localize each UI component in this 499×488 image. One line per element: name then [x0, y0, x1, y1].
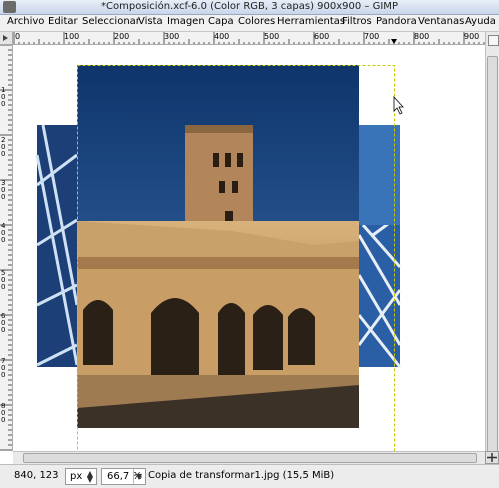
ruler-label: 200: [114, 32, 130, 41]
horizontal-scroll-thumb[interactable]: [23, 453, 477, 463]
ruler-label: 6 0 0: [1, 312, 6, 334]
title-bar: *Composición.xcf-6.0 (Color RGB, 3 capas…: [0, 0, 499, 15]
menu-capa[interactable]: Capa: [208, 16, 234, 27]
menu-pandora[interactable]: Pandora: [376, 16, 417, 27]
menu-vista[interactable]: Vista: [138, 16, 163, 27]
horizontal-scrollbar[interactable]: [13, 451, 485, 464]
mouse-pointer-icon: [393, 95, 404, 115]
arrow-right-icon: [3, 35, 8, 41]
menu-archivo[interactable]: Archivo: [7, 16, 44, 27]
ruler-label: 7 0 0: [1, 357, 6, 379]
ruler-label: 0: [15, 32, 21, 41]
ruler-label: 900: [464, 32, 480, 41]
ruler-label: 500: [264, 32, 280, 41]
menu-ventanas[interactable]: Ventanas: [418, 16, 464, 27]
menu-colores[interactable]: Colores: [238, 16, 275, 27]
composition-image: [35, 65, 404, 451]
menu-bar: Archivo Editar Seleccionar Vista Imagen …: [0, 15, 499, 32]
menu-herramientas[interactable]: Herramientas: [277, 16, 345, 27]
ruler-label: 700: [364, 32, 380, 41]
ruler-label: 4 0 0: [1, 222, 6, 244]
ruler-label: 800: [414, 32, 430, 41]
menu-filtros[interactable]: Filtros: [342, 16, 372, 27]
vertical-scrollbar[interactable]: [485, 32, 499, 467]
ruler-label: 3 0 0: [1, 179, 6, 201]
pointer-marker-icon: [391, 39, 397, 44]
ruler-label: 100: [64, 32, 80, 41]
menu-imagen[interactable]: Imagen: [167, 16, 205, 27]
zoom-image-on-resize-toggle[interactable]: [488, 35, 499, 46]
quick-mask-corner-button[interactable]: [0, 32, 13, 45]
vertical-scroll-thumb[interactable]: [487, 56, 498, 458]
vertical-ruler[interactable]: 1 0 0 2 0 0 3 0 0 4 0 0 5 0 0 6 0 0 7 0 …: [0, 45, 13, 451]
zoom-selector[interactable]: 66,7 % ▼: [101, 468, 146, 485]
ruler-label: 400: [214, 32, 230, 41]
spin-arrows-icon: ▲ ▼: [86, 469, 93, 484]
ruler-label: 600: [314, 32, 330, 41]
image-canvas[interactable]: [13, 45, 485, 451]
ruler-label: 5 0 0: [1, 269, 6, 291]
ruler-label: 2 0 0: [1, 136, 6, 158]
ruler-label: 300: [164, 32, 180, 41]
chevron-down-icon: ▼: [133, 469, 144, 484]
navigate-icon[interactable]: [485, 451, 499, 464]
ruler-label: 1 0 0: [1, 86, 6, 108]
window-title: *Composición.xcf-6.0 (Color RGB, 3 capas…: [101, 1, 398, 12]
horizontal-ruler[interactable]: 0 100 200 300 400 500 600 700 800 900: [13, 32, 485, 45]
menu-editar[interactable]: Editar: [48, 16, 78, 27]
menu-ayuda[interactable]: Ayuda: [465, 16, 496, 27]
unit-selector[interactable]: px ▲ ▼: [65, 468, 97, 485]
menu-seleccionar[interactable]: Seleccionar: [82, 16, 140, 27]
unit-value: px: [70, 471, 83, 482]
layer-info: Copia de transformar1.jpg (15,5 MiB): [148, 470, 335, 481]
ruler-label: 8 0 0: [1, 402, 6, 424]
status-bar: 840, 123 px ▲ ▼ 66,7 % ▼ Copia de transfo…: [0, 464, 499, 488]
pointer-coordinates: 840, 123: [14, 470, 59, 481]
